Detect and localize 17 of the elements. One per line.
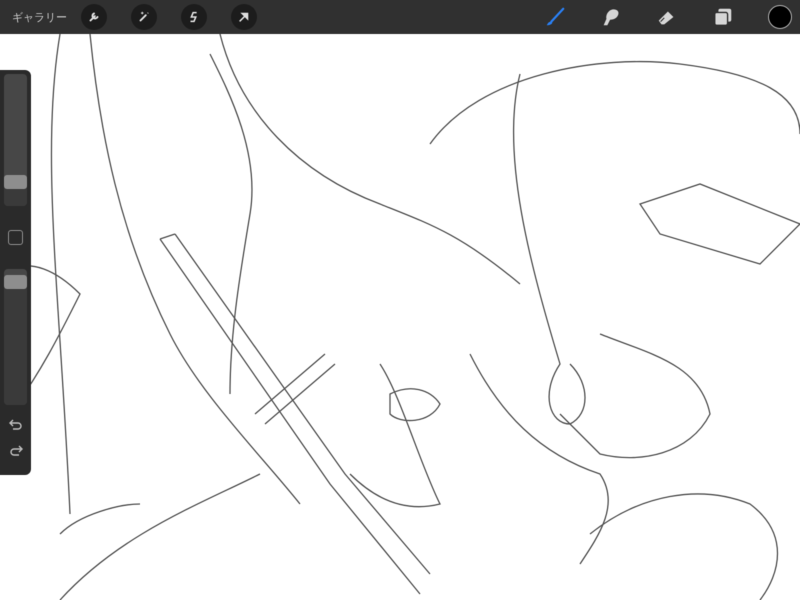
arrow-icon: [237, 10, 251, 24]
undo-icon[interactable]: [8, 419, 22, 431]
redo-icon[interactable]: [8, 445, 22, 457]
brush-icon[interactable]: [544, 6, 566, 28]
wrench-button[interactable]: [81, 4, 107, 30]
slider-thumb[interactable]: [4, 275, 27, 290]
s-curve-button[interactable]: [181, 4, 207, 30]
modify-button[interactable]: [8, 230, 23, 245]
slider-thumb[interactable]: [4, 175, 27, 190]
gallery-link[interactable]: ギャラリー: [12, 10, 67, 24]
wrench-icon: [87, 10, 101, 24]
brush-size-slider[interactable]: [4, 74, 27, 206]
magic-wand-icon: [137, 10, 151, 24]
magic-wand-button[interactable]: [131, 4, 157, 30]
color-swatch[interactable]: [768, 5, 792, 29]
arrow-button[interactable]: [231, 4, 257, 30]
layers-icon[interactable]: [712, 6, 734, 28]
